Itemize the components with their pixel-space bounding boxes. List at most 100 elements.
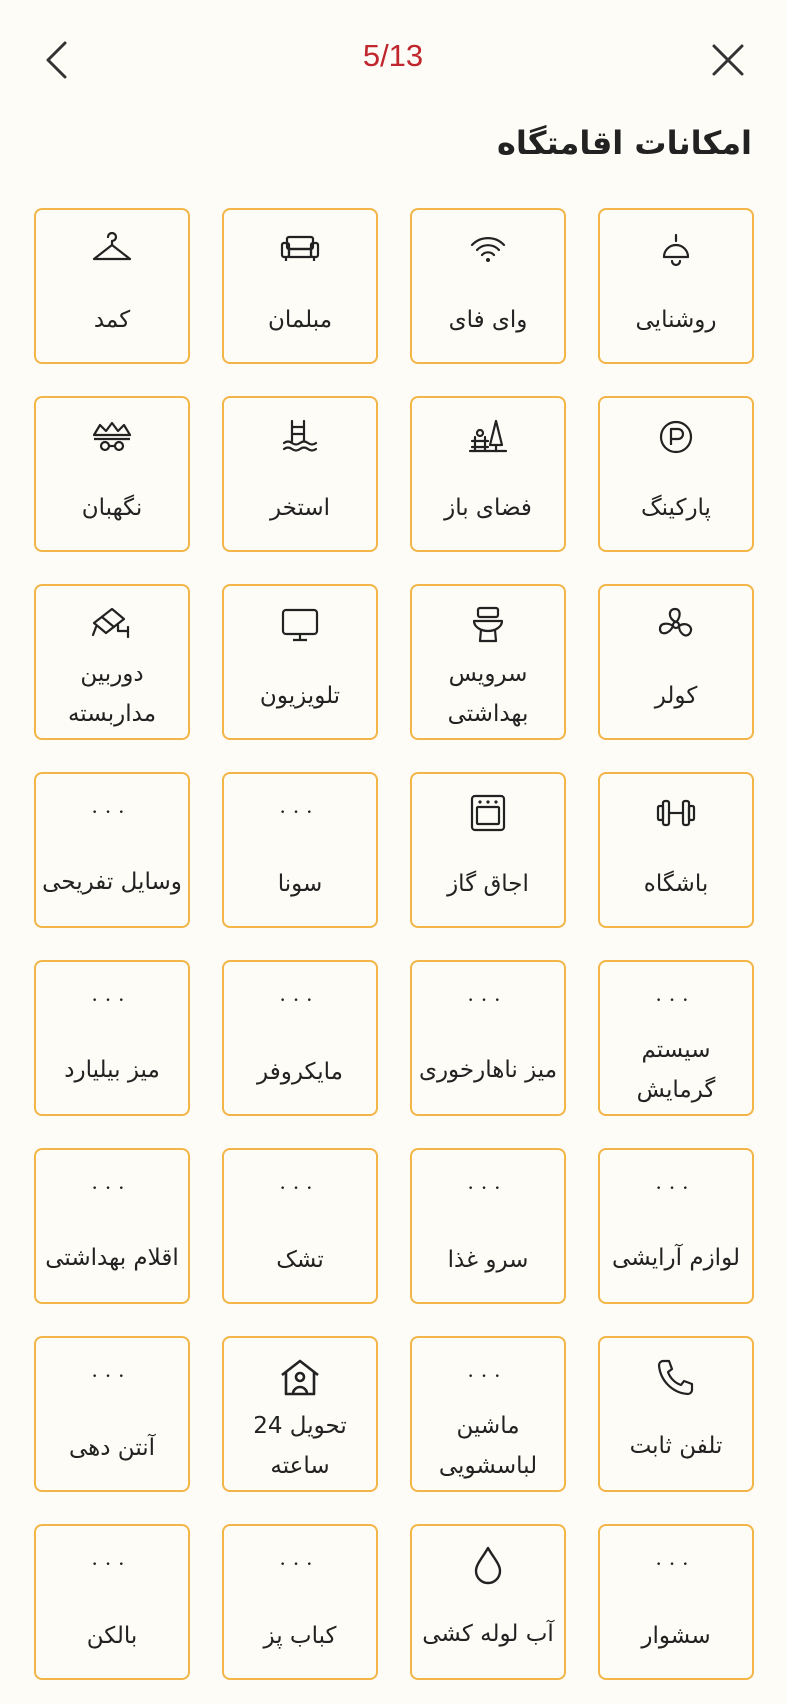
amenity-label: میز بیلیارد (64, 1057, 160, 1083)
more-icon: ••• (92, 1184, 132, 1194)
amenity-tile[interactable]: کمد (34, 208, 190, 364)
amenity-label: تحویل 24 ساعته (253, 1413, 347, 1479)
dumbbell-icon (651, 792, 701, 834)
amenity-label: ماشین لباسشویی (438, 1413, 538, 1479)
amenity-label: نگهبان (81, 495, 143, 521)
amenity-label: روشنایی (635, 307, 717, 333)
amenity-tile[interactable]: پارکینگ (598, 396, 754, 552)
page-counter: 5/13 (362, 38, 424, 73)
amenity-label: تلفن ثابت (629, 1433, 723, 1459)
more-icon: ••• (468, 1372, 508, 1382)
amenity-label: اقلام بهداشتی (45, 1245, 179, 1271)
amenity-tile[interactable]: ••• سرو غذا (410, 1148, 566, 1304)
amenity-label: آنتن دهی (68, 1435, 156, 1461)
amenity-label: سرویس بهداشتی (447, 661, 529, 727)
amenity-label: تشک (276, 1247, 324, 1273)
close-icon[interactable] (706, 38, 750, 82)
amenity-tile[interactable]: ••• سیستم گرمایش (598, 960, 754, 1116)
amenity-tile[interactable]: دوربین مداربسته (34, 584, 190, 740)
amenity-tile[interactable]: ••• ماشین لباسشویی (410, 1336, 566, 1492)
more-icon: ••• (92, 1372, 132, 1382)
amenity-label: فضای باز (444, 495, 532, 521)
amenity-tile[interactable]: تحویل 24 ساعته (222, 1336, 378, 1492)
toilet-icon (463, 604, 513, 646)
amenity-tile[interactable]: ••• لوازم آرایشی (598, 1148, 754, 1304)
amenity-tile[interactable]: ••• میز بیلیارد (34, 960, 190, 1116)
amenity-label: اجاق گاز (447, 871, 529, 897)
amenity-label: کمد (93, 307, 131, 333)
guard-icon (87, 416, 137, 458)
amenity-label: مایکروفر (257, 1059, 343, 1085)
amenity-tile[interactable]: کولر (598, 584, 754, 740)
amenity-tile[interactable]: ••• سشوار (598, 1524, 754, 1680)
amenity-tile[interactable]: سرویس بهداشتی (410, 584, 566, 740)
amenity-tile[interactable]: نگهبان (34, 396, 190, 552)
amenity-tile[interactable]: وای فای (410, 208, 566, 364)
amenity-label: سیستم گرمایش (636, 1037, 716, 1103)
top-bar: 5/13 (0, 0, 786, 118)
amenity-tile[interactable]: ••• آنتن دهی (34, 1336, 190, 1492)
tv-icon (275, 604, 325, 646)
amenity-tile[interactable]: استخر (222, 396, 378, 552)
amenity-label: کولر (654, 683, 698, 709)
amenity-tile[interactable]: ••• کباب پز (222, 1524, 378, 1680)
amenity-tile[interactable]: اجاق گاز (410, 772, 566, 928)
amenity-label: لوازم آرایشی (612, 1245, 740, 1271)
more-icon: ••• (468, 996, 508, 1006)
amenity-tile[interactable]: ••• تشک (222, 1148, 378, 1304)
amenity-label: دوربین مداربسته (67, 661, 157, 727)
more-icon: ••• (92, 808, 132, 818)
amenity-label: تلویزیون (259, 683, 341, 709)
amenity-tile[interactable]: آب لوله کشی (410, 1524, 566, 1680)
amenity-label: آب لوله کشی (422, 1621, 554, 1647)
amenity-tile[interactable]: ••• مایکروفر (222, 960, 378, 1116)
amenity-tile[interactable]: تلویزیون (222, 584, 378, 740)
more-icon: ••• (280, 1184, 320, 1194)
amenity-tile[interactable]: تلفن ثابت (598, 1336, 754, 1492)
page-title: امکانات اقامتگاه (496, 124, 752, 162)
more-icon: ••• (280, 996, 320, 1006)
amenity-tile[interactable]: ••• اقلام بهداشتی (34, 1148, 190, 1304)
amenity-label: سرو غذا (447, 1247, 529, 1273)
amenity-tile[interactable]: ••• وسایل تفریحی (34, 772, 190, 928)
phone-icon (651, 1356, 701, 1398)
more-icon: ••• (468, 1184, 508, 1194)
amenity-tile[interactable]: ••• بالکن (34, 1524, 190, 1680)
amenity-label: پارکینگ (641, 495, 711, 521)
water-drop-icon (463, 1544, 513, 1586)
oven-icon (463, 792, 513, 834)
amenity-label: باشگاه (643, 871, 709, 897)
pool-icon (275, 416, 325, 458)
amenity-tile[interactable]: ••• سونا (222, 772, 378, 928)
more-icon: ••• (280, 808, 320, 818)
amenity-label: استخر (269, 495, 331, 521)
amenity-tile[interactable]: فضای باز (410, 396, 566, 552)
more-icon: ••• (656, 996, 696, 1006)
sofa-icon (275, 228, 325, 270)
cctv-icon (87, 604, 137, 646)
hanger-icon (87, 228, 137, 270)
more-icon: ••• (656, 1184, 696, 1194)
amenity-label: وای فای (448, 307, 528, 333)
amenity-tile[interactable]: روشنایی (598, 208, 754, 364)
parking-icon (651, 416, 701, 458)
amenity-label: بالکن (86, 1623, 138, 1649)
amenity-label: وسایل تفریحی (42, 869, 182, 895)
lamp-icon (651, 228, 701, 270)
fan-icon (651, 604, 701, 646)
wifi-icon (463, 228, 513, 270)
more-icon: ••• (656, 1560, 696, 1570)
amenity-tile[interactable]: ••• میز ناهارخوری (410, 960, 566, 1116)
amenity-tile[interactable]: باشگاه (598, 772, 754, 928)
amenity-label: میز ناهارخوری (418, 1057, 558, 1083)
amenity-tile[interactable]: مبلمان (222, 208, 378, 364)
more-icon: ••• (92, 1560, 132, 1570)
home-user-icon (275, 1356, 325, 1398)
amenity-label: کباب پز (263, 1623, 337, 1649)
more-icon: ••• (92, 996, 132, 1006)
outdoor-icon (463, 416, 513, 458)
more-icon: ••• (280, 1560, 320, 1570)
amenity-label: مبلمان (267, 307, 333, 333)
amenities-grid: روشنایی وای فای مبلمان کمد پارکینگ فضای باز اس… (32, 208, 754, 1680)
amenity-label: سشوار (641, 1623, 711, 1649)
